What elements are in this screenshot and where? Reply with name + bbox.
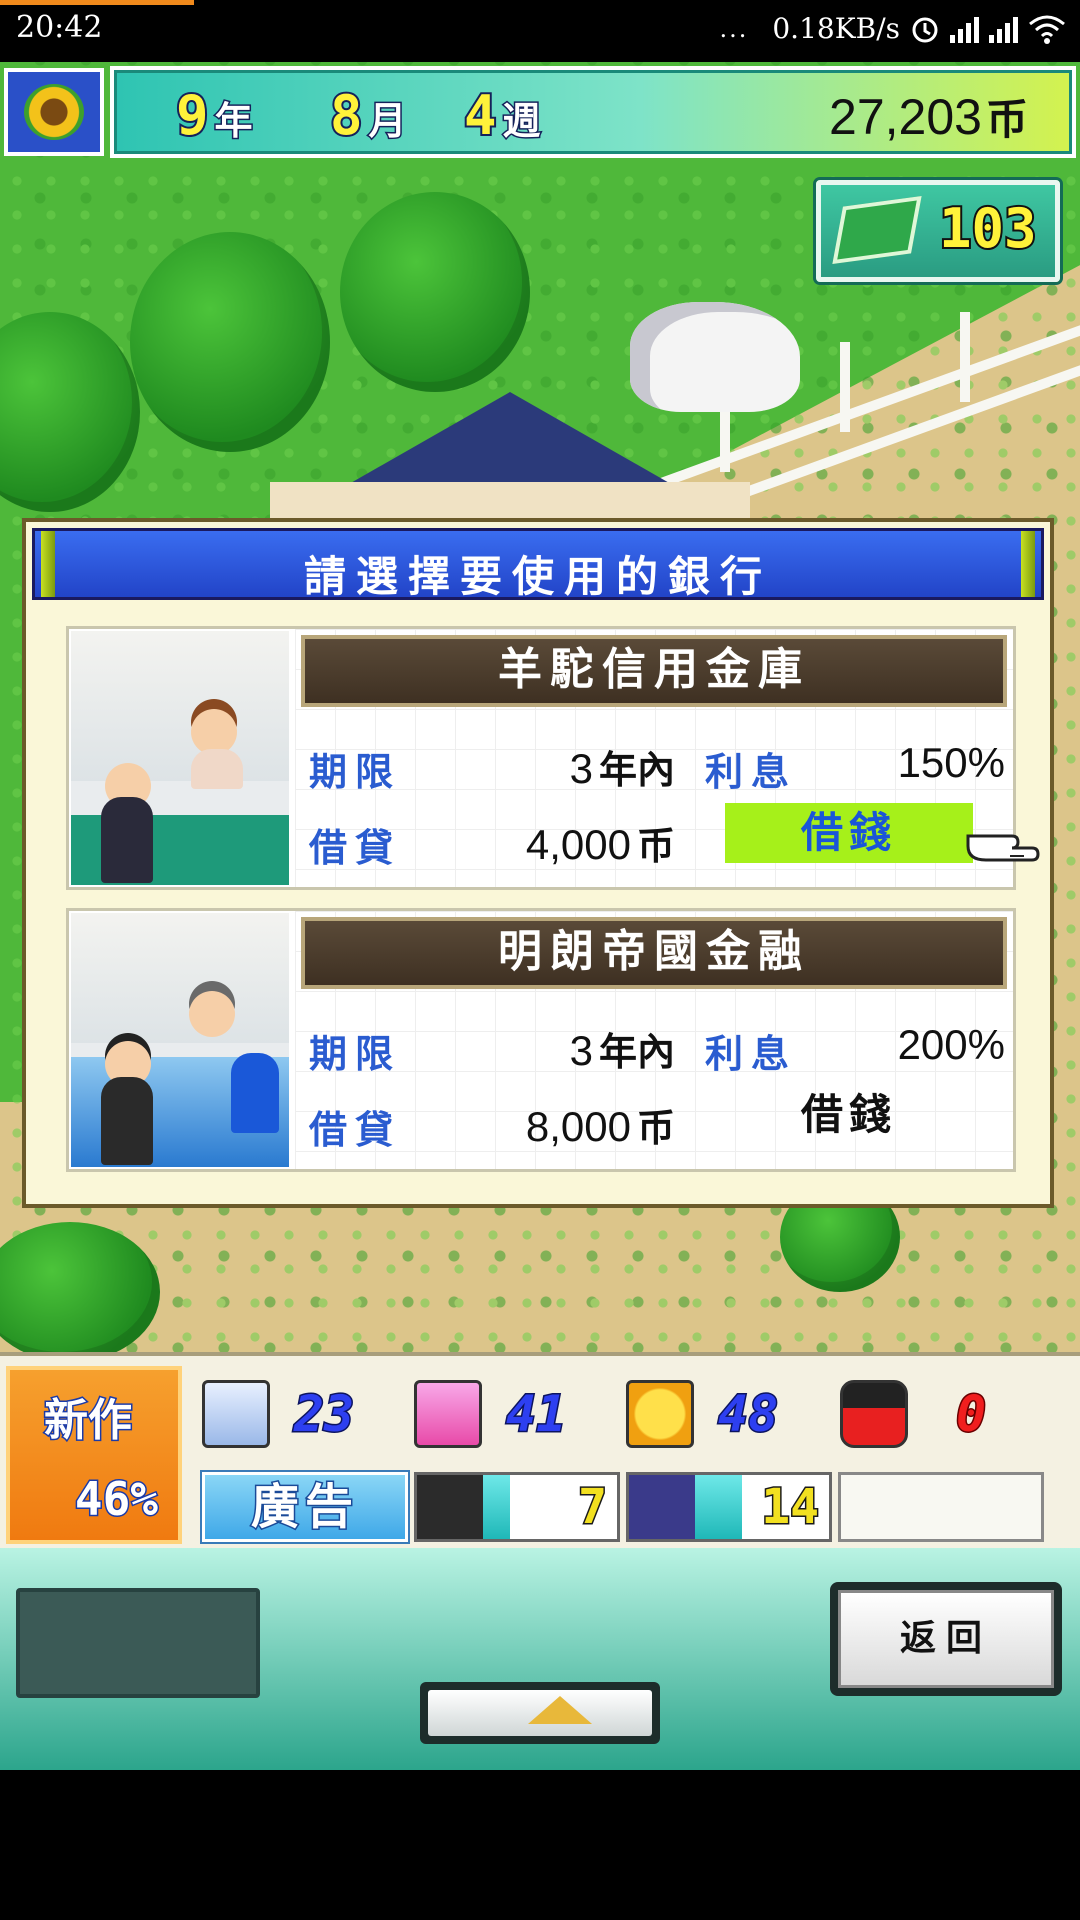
new-work-progress[interactable]: 新作 46% bbox=[6, 1366, 182, 1544]
up-arrow-icon bbox=[528, 1696, 592, 1724]
pointing-hand-icon bbox=[966, 834, 1040, 862]
net-speed: 0.18KB/s bbox=[772, 12, 900, 45]
staff-1-bar bbox=[483, 1475, 510, 1539]
money-display: 27,203币 bbox=[829, 86, 1028, 147]
bug-icon bbox=[840, 1380, 908, 1448]
bank-2-info: 明朗帝國金融 期限 3 年內 利息 200% 借貸 8,000 币 借錢 bbox=[295, 911, 1013, 1169]
term-label: 期限 bbox=[309, 1031, 402, 1076]
staff-1-value: 7 bbox=[577, 1478, 609, 1537]
book-count: 103 bbox=[937, 195, 1039, 262]
expand-menu-face bbox=[428, 1690, 652, 1736]
smile-icon bbox=[626, 1380, 694, 1448]
advertising-button[interactable]: 廣告 bbox=[202, 1472, 408, 1542]
bank-2-name: 明朗帝國金融 bbox=[301, 917, 1007, 989]
money-value: 27,203 bbox=[829, 89, 982, 145]
loan-value: 8,000 币 bbox=[525, 1103, 675, 1150]
year-unit: 年 bbox=[213, 98, 254, 145]
week-number: 4 bbox=[462, 82, 498, 149]
stat-bug-value: 0 bbox=[954, 1384, 987, 1445]
staff-2-bar bbox=[695, 1475, 742, 1539]
back-button-label: 返回 bbox=[838, 1590, 1054, 1688]
navigation-area: 返回 bbox=[0, 1548, 1080, 1770]
bank-2-image bbox=[71, 913, 289, 1167]
year-number: 9 bbox=[174, 82, 210, 149]
expand-menu-button[interactable] bbox=[420, 1682, 660, 1744]
loan-value: 4,000 币 bbox=[525, 821, 675, 868]
book-icon bbox=[832, 195, 922, 265]
sunflower-emblem[interactable] bbox=[4, 68, 104, 156]
staff-1-avatar bbox=[417, 1475, 483, 1539]
term-value: 3 年內 bbox=[569, 1027, 675, 1074]
staff-slot-empty[interactable] bbox=[838, 1472, 1044, 1542]
bank-option-1[interactable]: 羊駝信用金庫 期限 3 年內 利息 150% 借貸 4,000 币 借錢 bbox=[66, 626, 1016, 890]
dialog-title: 請選擇要使用的銀行 bbox=[303, 552, 772, 601]
document-icon bbox=[202, 1380, 270, 1448]
staff-2-value: 14 bbox=[760, 1478, 821, 1537]
status-right: ... 0.18KB/s bbox=[719, 12, 1066, 45]
stat-document: 23 bbox=[202, 1378, 356, 1450]
month-number: 8 bbox=[328, 82, 364, 149]
term-label: 期限 bbox=[309, 749, 402, 794]
stat-camera-value: 41 bbox=[504, 1384, 567, 1445]
hd-signal-icon bbox=[950, 15, 979, 43]
loan-label: 借貸 bbox=[309, 1107, 402, 1152]
interest-value: 200% bbox=[897, 1021, 1005, 1068]
stat-smile-value: 48 bbox=[716, 1384, 779, 1445]
date-month: 8 月 bbox=[328, 82, 408, 149]
stat-document-value: 23 bbox=[292, 1384, 355, 1445]
alarm-icon bbox=[912, 17, 938, 42]
signal-icon bbox=[989, 15, 1018, 43]
screen-bottom-bezel bbox=[0, 1770, 1080, 1920]
wifi-icon bbox=[1029, 15, 1065, 44]
status-bar: 20:42 ... 0.18KB/s bbox=[0, 0, 1080, 62]
term-value: 3 年內 bbox=[569, 745, 675, 792]
new-work-label: 新作 bbox=[43, 1394, 134, 1448]
loan-label: 借貸 bbox=[309, 825, 402, 870]
research-books[interactable]: 103 bbox=[816, 180, 1060, 282]
bank-1-image bbox=[71, 631, 289, 885]
bank-select-dialog: 請選擇要使用的銀行 羊駝信用金庫 期限 3 年內 利息 150% 借貸 4,000… bbox=[22, 518, 1054, 1208]
date-year: 9 年 bbox=[174, 82, 254, 149]
date-money-bar: 9 年 8 月 4 週 27,203币 bbox=[110, 66, 1076, 158]
new-work-percent: 46% bbox=[73, 1471, 159, 1528]
dialog-header: 請選擇要使用的銀行 bbox=[32, 528, 1044, 601]
staff-2-avatar bbox=[629, 1475, 695, 1539]
menu-slot-button[interactable] bbox=[16, 1588, 260, 1698]
interest-value: 150% bbox=[897, 739, 1005, 786]
bank-option-2[interactable]: 明朗帝國金融 期限 3 年內 利息 200% 借貸 8,000 币 借錢 bbox=[66, 908, 1016, 1172]
bank-1-name: 羊駝信用金庫 bbox=[301, 635, 1007, 707]
borrow-button-2[interactable]: 借錢 bbox=[725, 1085, 973, 1145]
interest-label: 利息 bbox=[705, 749, 798, 794]
tree bbox=[340, 192, 530, 392]
stat-bug: 0 bbox=[840, 1378, 988, 1450]
more-icon: ... bbox=[719, 14, 749, 43]
bank-1-info: 羊駝信用金庫 期限 3 年內 利息 150% 借貸 4,000 币 借錢 bbox=[295, 629, 1013, 887]
download-progress bbox=[0, 0, 194, 5]
sunflower-icon bbox=[24, 84, 84, 140]
date-week: 4 週 bbox=[462, 82, 542, 149]
status-panel: 新作 46% 23 41 48 0 廣告 7 14 bbox=[0, 1352, 1080, 1548]
staff-slot-2[interactable]: 14 bbox=[626, 1472, 832, 1542]
status-time: 20:42 bbox=[16, 10, 103, 45]
currency-unit: 币 bbox=[985, 96, 1028, 143]
borrow-button-1[interactable]: 借錢 bbox=[725, 803, 973, 863]
camera-icon bbox=[414, 1380, 482, 1448]
interest-label: 利息 bbox=[705, 1031, 798, 1076]
week-unit: 週 bbox=[501, 98, 542, 145]
stat-smile: 48 bbox=[626, 1378, 780, 1450]
month-unit: 月 bbox=[367, 98, 408, 145]
back-button[interactable]: 返回 bbox=[830, 1582, 1062, 1696]
stat-camera: 41 bbox=[414, 1378, 568, 1450]
staff-slot-1[interactable]: 7 bbox=[414, 1472, 620, 1542]
